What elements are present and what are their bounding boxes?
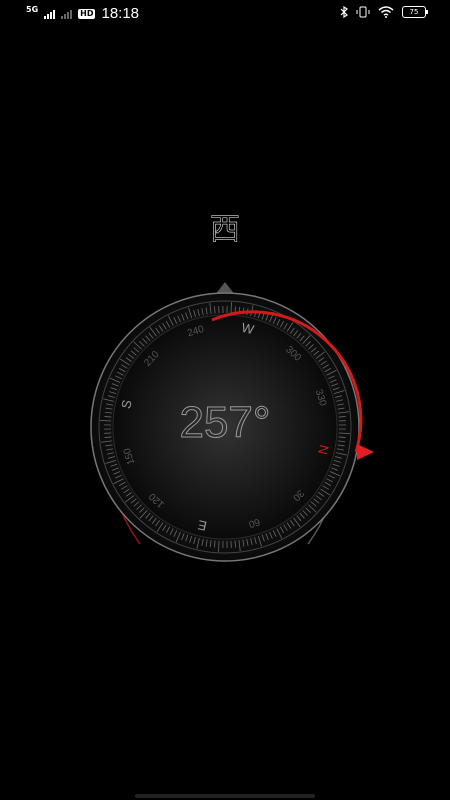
compass-dial: N3060E120150S210240 W300330 257° <box>90 292 374 562</box>
network-type: 5G <box>26 4 39 14</box>
battery-icon: 75 <box>402 6 428 18</box>
home-indicator <box>135 794 315 798</box>
status-left: 5G HD 18:18 <box>26 5 139 22</box>
hd-badge: HD <box>78 8 96 19</box>
status-bar: 5G HD 18:18 75 <box>0 0 450 28</box>
north-marker-icon <box>357 444 374 460</box>
heading-readout: 257° <box>179 398 270 447</box>
wifi-icon <box>378 6 394 18</box>
status-right: 75 <box>340 6 428 18</box>
vibrate-icon <box>356 6 370 18</box>
clock: 18:18 <box>101 5 140 22</box>
signal-icon <box>44 9 56 19</box>
bluetooth-icon <box>340 6 348 18</box>
direction-label: 西 <box>210 212 241 248</box>
battery-level: 75 <box>409 8 419 16</box>
signal-2-icon <box>61 9 73 19</box>
